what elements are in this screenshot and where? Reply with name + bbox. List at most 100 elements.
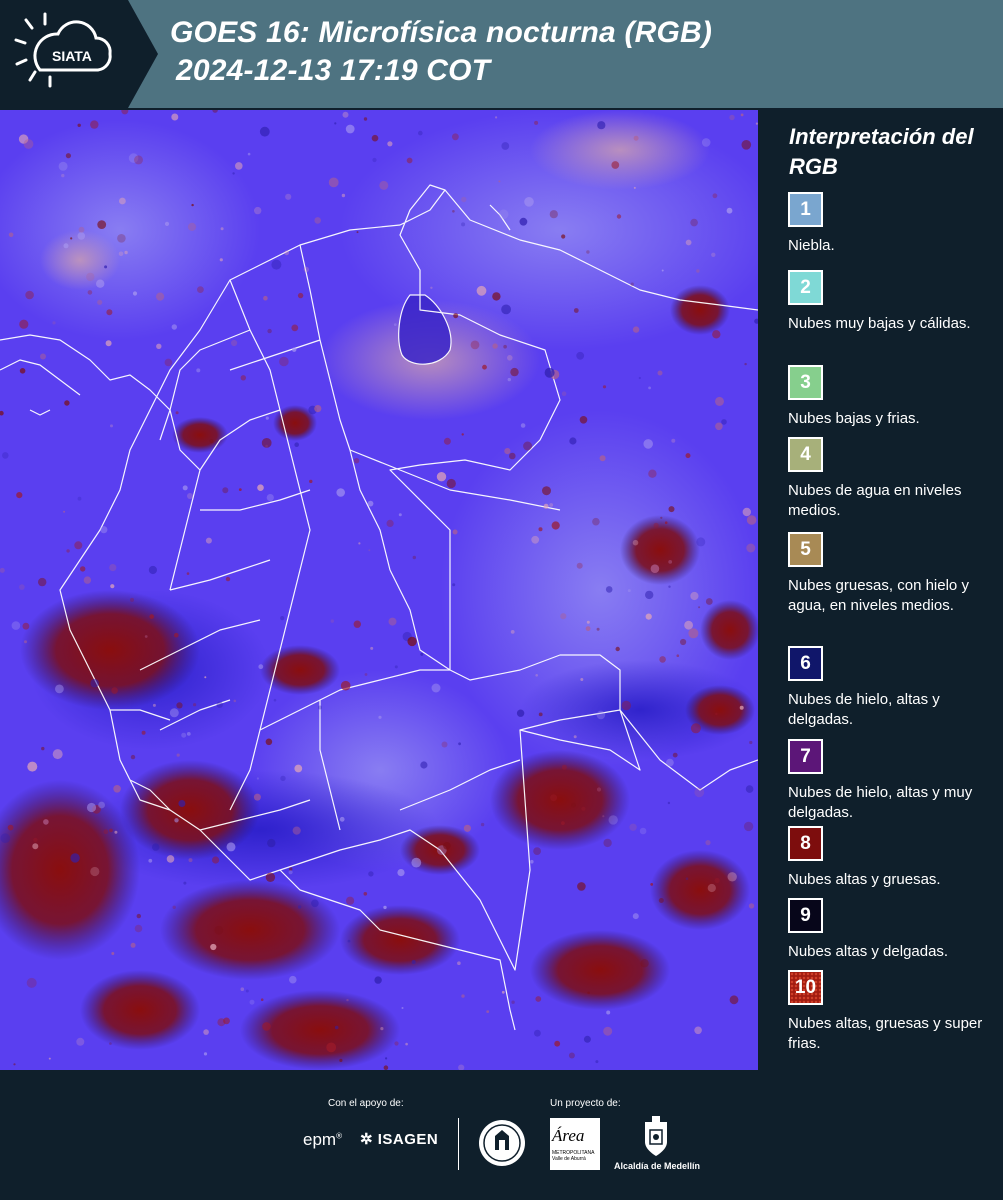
cloud-speckle: [118, 251, 124, 257]
cloud-speckle: [256, 777, 259, 780]
cloud-speckle: [260, 998, 264, 1001]
cloud-speckle: [596, 627, 600, 631]
cloud-speckle: [87, 290, 93, 295]
cloud-speckle: [96, 279, 105, 288]
cloud-speckle: [22, 622, 30, 630]
cloud-speckle: [105, 340, 112, 347]
cloud-speckle: [580, 678, 584, 681]
cloud-speckle: [542, 486, 551, 496]
cloud-speckle: [668, 560, 673, 564]
cloud-speckle: [441, 741, 448, 748]
cloud-speckle: [90, 120, 99, 129]
legend-swatch: 9: [788, 898, 823, 933]
cloud-speckle: [696, 537, 706, 547]
cloud-speckle: [265, 416, 269, 420]
institutional-seal-logo: [479, 1120, 525, 1166]
legend-description: Niebla.: [788, 237, 835, 254]
cloud-speckle: [592, 517, 600, 526]
cloud-speckle: [106, 309, 113, 316]
cloud-speckle: [149, 614, 154, 619]
cloud-speckle: [561, 234, 566, 239]
cloud-speckle: [27, 761, 38, 772]
cloud-speckle: [742, 507, 751, 517]
cloud-speckle: [114, 830, 118, 834]
cloud-speckle: [212, 856, 220, 864]
cloud-speckle: [596, 787, 602, 792]
cloud-speckle: [476, 285, 487, 296]
legend-number: 2: [800, 276, 811, 298]
cloud-speckle: [231, 339, 238, 347]
cloud-speckle: [412, 555, 416, 560]
cloud-speckle: [226, 842, 236, 852]
isagen-logo: ✲ ISAGEN: [360, 1130, 438, 1148]
cloud-speckle: [504, 448, 511, 455]
cloud-speckle: [461, 196, 467, 203]
cloud-speckle: [740, 113, 744, 117]
cloud-speckle: [745, 785, 754, 793]
cloud-speckle: [461, 994, 465, 998]
cloud-speckle: [495, 116, 498, 119]
cloud-speckle: [110, 584, 115, 589]
cloud-speckle: [452, 210, 455, 213]
legend-number: 8: [800, 832, 811, 854]
legend-number: 3: [800, 371, 811, 393]
cloud-speckle: [461, 222, 466, 227]
cloud-speckle: [577, 882, 586, 891]
cloud-speckle: [492, 343, 498, 349]
cloud-speckle: [501, 304, 511, 315]
cloud-speckle: [694, 787, 705, 798]
cloud-speckle: [285, 193, 292, 200]
cloud-speckle: [187, 493, 193, 499]
cloud-speckle: [630, 282, 634, 286]
cloud-speckle: [77, 123, 81, 127]
cloud-speckle: [650, 564, 660, 573]
legend-swatch: 8: [788, 826, 823, 861]
cloud-speckle: [203, 1029, 209, 1035]
cloud-speckle: [639, 827, 647, 835]
cloud-speckle: [586, 250, 590, 254]
cloud-speckle: [627, 589, 631, 593]
cloud-speckle: [664, 521, 668, 524]
cloud-speckle: [273, 698, 277, 702]
cloud-speckle: [298, 905, 302, 909]
cloud-speckle: [86, 272, 95, 282]
cloud-speckle: [523, 441, 533, 451]
legend-item-altas-gruesas: 8 Nubes altas y gruesas.: [788, 826, 998, 890]
cloud-speckle: [19, 319, 29, 329]
legend-number: 5: [800, 538, 811, 560]
cloud-speckle: [712, 330, 721, 339]
legend-panel: Interpretación del RGB 1 Niebla. 2 Nubes…: [762, 110, 1003, 1070]
cloud-speckle: [632, 326, 640, 333]
cloud-speckle: [534, 1029, 541, 1037]
cloud-speckle: [257, 484, 264, 492]
cloud-speckle: [387, 141, 393, 147]
cloud-speckle: [204, 676, 207, 679]
cloud-speckle: [63, 243, 69, 249]
cloud-speckle: [32, 843, 39, 850]
cloud-speckle: [711, 252, 716, 257]
cloud-speckle: [77, 496, 82, 501]
cloud-speckle: [533, 847, 541, 855]
cloud-speckle: [134, 924, 143, 933]
footer-divider: [458, 1118, 459, 1170]
legend-title: Interpretación del RGB: [789, 124, 974, 179]
cloud-speckle: [156, 343, 162, 349]
cloud-speckle: [666, 758, 674, 767]
cloud-speckle: [263, 295, 268, 301]
cloud-speckle: [538, 712, 543, 717]
cloud-speckle: [658, 898, 664, 903]
cloud-speckle: [110, 424, 113, 428]
cloud-speckle: [576, 562, 583, 569]
cloud-speckle: [266, 494, 274, 502]
cloud-speckle: [113, 785, 121, 793]
cloud-speckle: [291, 324, 299, 332]
cloud-speckle: [531, 535, 540, 544]
legend-description: Nubes de agua en niveles medios.: [788, 482, 962, 519]
cloud-speckle: [520, 423, 526, 428]
cloud-speckle: [222, 487, 229, 494]
cloud-speckle: [573, 735, 577, 739]
cloud-speckle: [233, 699, 237, 703]
legend-description: Nubes bajas y frias.: [788, 410, 920, 427]
cloud-speckle: [368, 549, 371, 552]
cloud-speckle: [265, 738, 273, 746]
